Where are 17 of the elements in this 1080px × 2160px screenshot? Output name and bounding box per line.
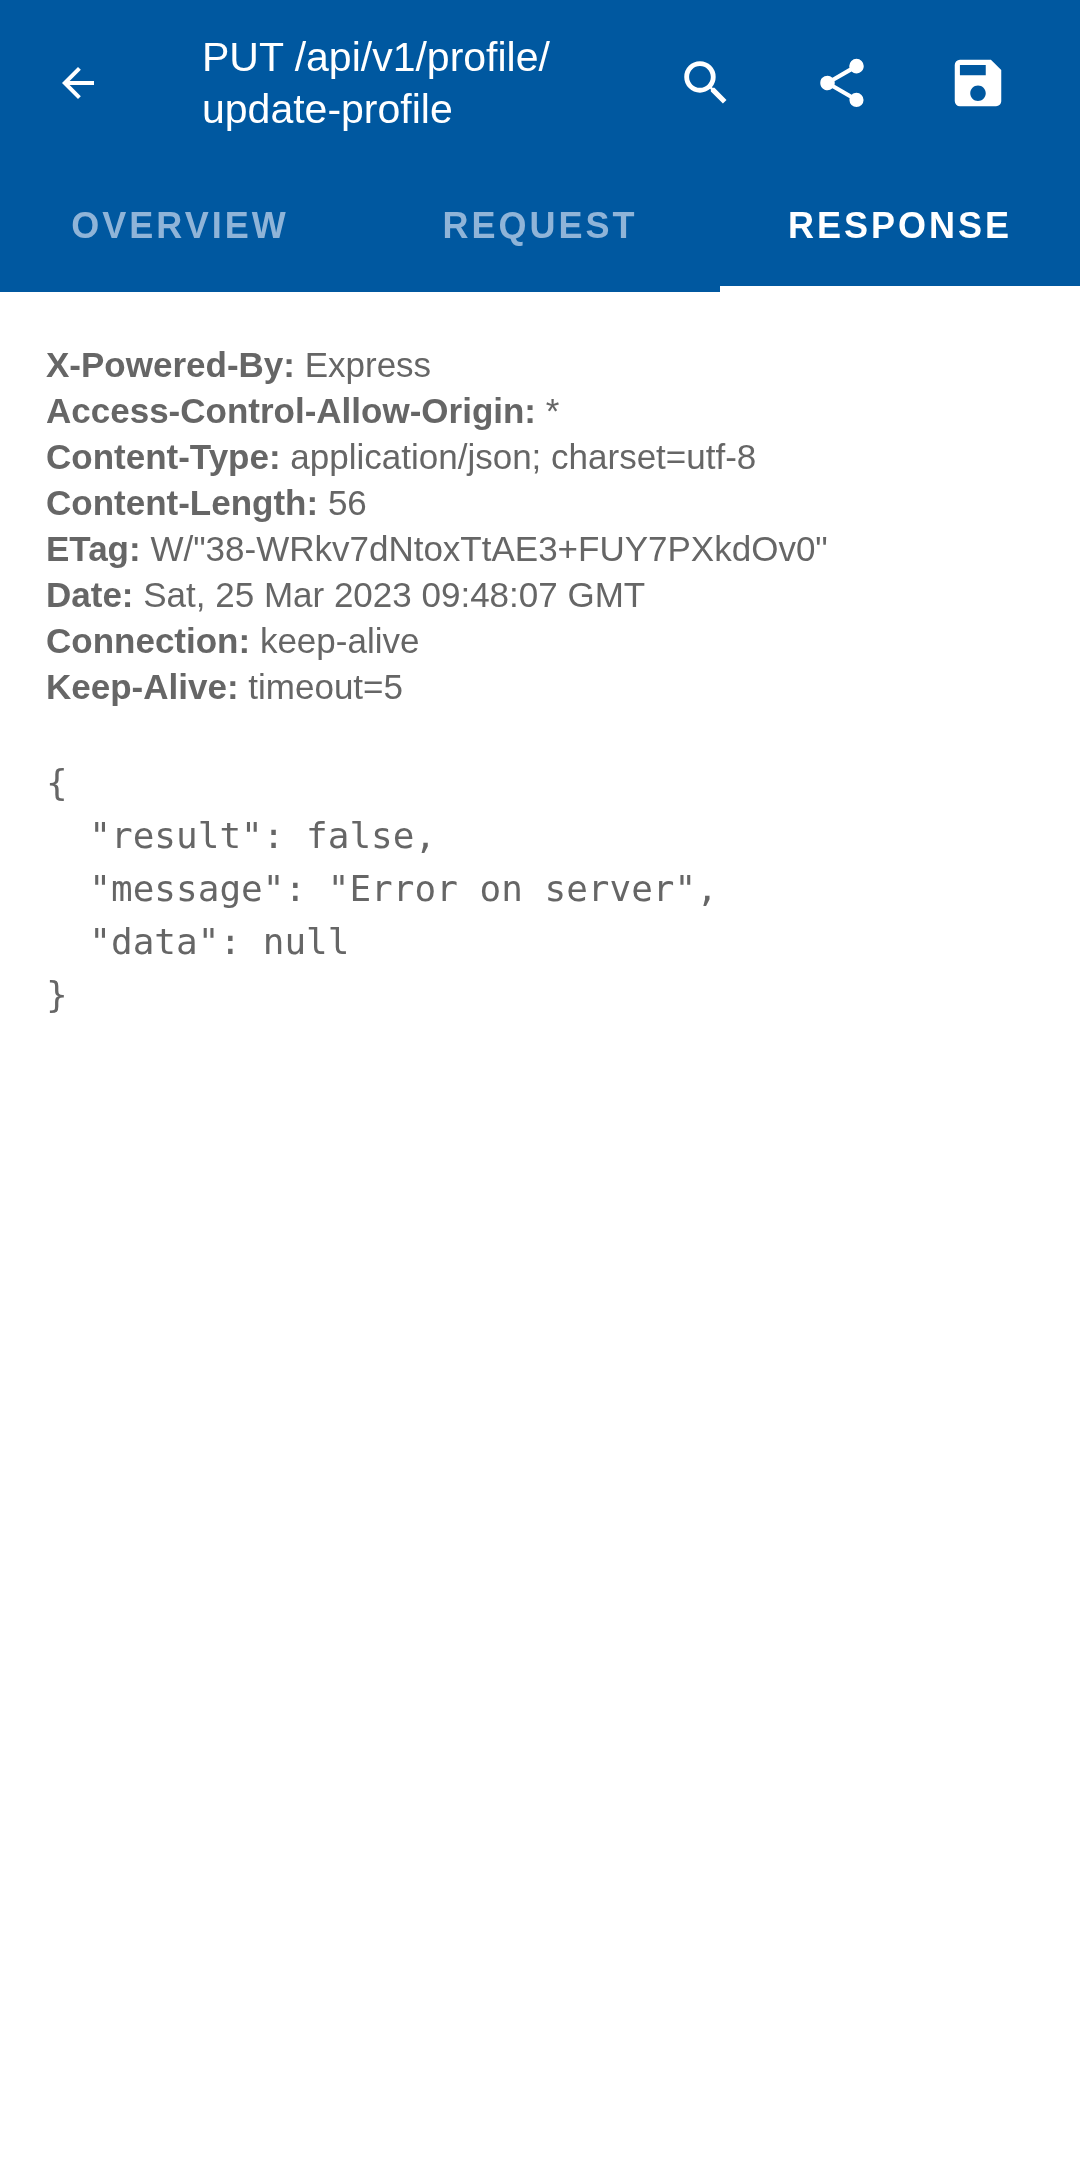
header-line: Content-Length: 56 — [46, 482, 368, 524]
tab[interactable]: REQUEST — [360, 165, 720, 292]
code-line: } — [46, 973, 68, 1017]
header-line: Content-Type: application/json; charset=utf-8 — [46, 436, 758, 478]
header-line: Date: Sat, 25 Mar 2023 09:48:07 GMT — [46, 574, 647, 616]
code-line: { — [46, 761, 68, 805]
tab[interactable]: OVERVIEW — [0, 165, 360, 292]
window-title: PUT /api/v1/profile/ update-profile — [202, 32, 551, 134]
code-line: "message": "Error on server", — [88, 867, 718, 911]
header-line: Access-Control-Allow-Origin: * — [46, 390, 561, 432]
header-line: X-Powered-By: Express — [46, 344, 433, 386]
code-line: "result": false, — [88, 814, 437, 858]
tab[interactable]: RESPONSE — [720, 165, 1080, 292]
header-line: Keep-Alive: timeout=5 — [46, 666, 404, 708]
header-line: ETag: W/"38-WRkv7dNtoxTtAE3+FUY7PXkdOv0" — [46, 528, 829, 570]
header-line: Connection: keep-alive — [46, 620, 421, 662]
code-line: "data": null — [88, 920, 350, 964]
